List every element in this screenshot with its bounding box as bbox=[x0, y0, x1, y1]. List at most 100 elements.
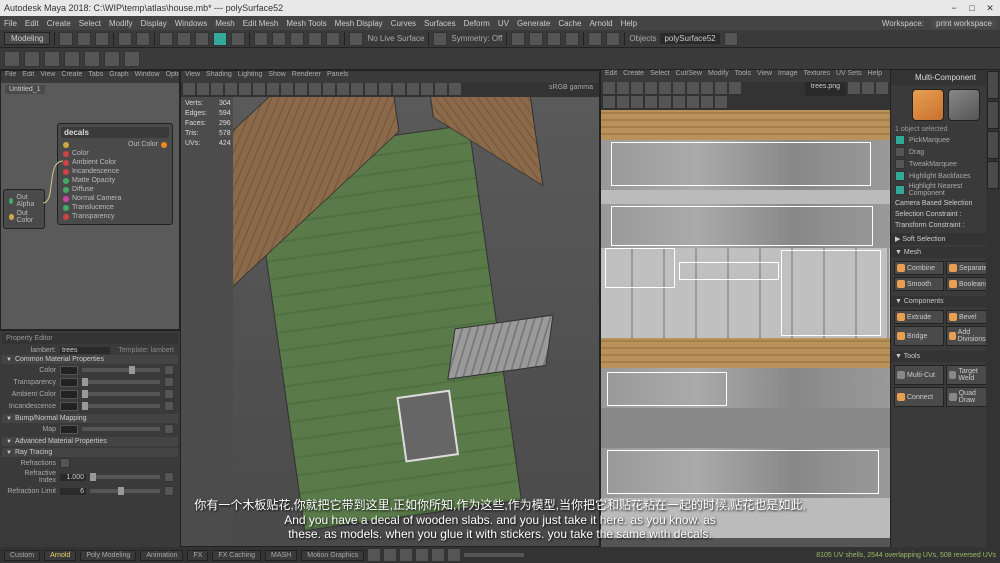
vp-tool-icon[interactable] bbox=[267, 83, 279, 95]
uv-menu-uvsets[interactable]: UV Sets bbox=[836, 70, 862, 82]
snap-live-icon[interactable] bbox=[326, 32, 340, 46]
sel-vertex-icon[interactable] bbox=[159, 32, 173, 46]
vp-menu-view[interactable]: View bbox=[185, 71, 200, 83]
btn-smooth[interactable]: Smooth bbox=[894, 277, 944, 291]
menu-cache[interactable]: Cache bbox=[558, 19, 581, 28]
snap-curve-icon[interactable] bbox=[272, 32, 286, 46]
vp-menu-show[interactable]: Show bbox=[268, 71, 286, 83]
uv-menu-textures[interactable]: Textures bbox=[804, 70, 830, 82]
btn-multicut[interactable]: Multi-Cut bbox=[894, 365, 944, 385]
uv-shell[interactable] bbox=[781, 250, 881, 336]
btn-bridge[interactable]: Bridge bbox=[894, 326, 944, 346]
vp-tool-icon[interactable] bbox=[281, 83, 293, 95]
uv-tool-icon[interactable] bbox=[631, 96, 643, 108]
uv-tool-icon[interactable] bbox=[631, 82, 643, 94]
attribute-editor-tab-icon[interactable] bbox=[987, 131, 999, 159]
uv-menu-help[interactable]: Help bbox=[868, 70, 882, 82]
new-scene-icon[interactable] bbox=[59, 32, 73, 46]
menu-create[interactable]: Create bbox=[47, 19, 71, 28]
snap-plane-icon[interactable] bbox=[308, 32, 322, 46]
prop-sec-adv[interactable]: Advanced Material Properties bbox=[2, 437, 178, 446]
sec-soft[interactable]: ▶ Soft Selection bbox=[891, 233, 1000, 245]
hs-menu-edit[interactable]: Edit bbox=[22, 71, 34, 83]
status-icon[interactable] bbox=[416, 549, 428, 561]
status-icon[interactable] bbox=[384, 549, 396, 561]
shelf-icon[interactable] bbox=[84, 51, 100, 67]
graph-tab[interactable]: Untitled_1 bbox=[5, 85, 45, 94]
menu-display[interactable]: Display bbox=[141, 19, 167, 28]
node-output[interactable]: Out Alpha Out Color bbox=[3, 189, 45, 229]
map-icon[interactable] bbox=[164, 389, 174, 399]
btn-connect[interactable]: Connect bbox=[894, 387, 944, 407]
uv-tool-icon[interactable] bbox=[701, 96, 713, 108]
node-graph-canvas[interactable]: Untitled_1 Out Alpha Out Color decals Ou… bbox=[1, 83, 179, 330]
shelf-icon[interactable] bbox=[24, 51, 40, 67]
status-icon[interactable] bbox=[432, 549, 444, 561]
refr-limit-field[interactable]: 6 bbox=[60, 488, 86, 495]
uv-shell[interactable] bbox=[607, 450, 879, 494]
drag-chk[interactable]: Drag bbox=[891, 146, 1000, 158]
uv-tool-icon[interactable] bbox=[701, 82, 713, 94]
vp-menu-panels[interactable]: Panels bbox=[327, 71, 348, 83]
uv-tool-icon[interactable] bbox=[848, 82, 860, 94]
menu-meshtools[interactable]: Mesh Tools bbox=[286, 19, 326, 28]
vp-menu-lighting[interactable]: Lighting bbox=[238, 71, 263, 83]
vp-tool-icon[interactable] bbox=[239, 83, 251, 95]
color-slider[interactable] bbox=[82, 368, 160, 372]
sec-mesh[interactable]: ▼ Mesh bbox=[891, 247, 1000, 258]
menu-uv[interactable]: UV bbox=[498, 19, 509, 28]
prop-sec-bump[interactable]: Bump/Normal Mapping bbox=[2, 414, 178, 423]
amb-chip[interactable] bbox=[60, 390, 78, 399]
menu-meshdisplay[interactable]: Mesh Display bbox=[335, 19, 383, 28]
vp-tool-icon[interactable] bbox=[365, 83, 377, 95]
uv-tool-icon[interactable] bbox=[729, 82, 741, 94]
uv-tool-icon[interactable] bbox=[617, 82, 629, 94]
uv-tool-icon[interactable] bbox=[659, 96, 671, 108]
menu-deform[interactable]: Deform bbox=[464, 19, 490, 28]
mode-dropdown[interactable]: Modeling bbox=[4, 32, 50, 45]
vp-menu-renderer[interactable]: Renderer bbox=[292, 71, 321, 83]
bump-chip[interactable] bbox=[60, 425, 78, 434]
vp-tool-icon[interactable] bbox=[421, 83, 433, 95]
status-tab[interactable]: Animation bbox=[140, 550, 183, 561]
hs-menu-graph[interactable]: Graph bbox=[109, 71, 128, 83]
ipr-icon[interactable] bbox=[547, 32, 561, 46]
btn-combine[interactable]: Combine bbox=[894, 261, 944, 275]
sel-face-icon[interactable] bbox=[195, 32, 209, 46]
menu-help[interactable]: Help bbox=[621, 19, 637, 28]
menu-windows[interactable]: Windows bbox=[175, 19, 207, 28]
status-tab[interactable]: Motion Graphics bbox=[301, 550, 364, 561]
uv-menu-create[interactable]: Create bbox=[623, 70, 644, 82]
status-tab[interactable]: MASH bbox=[265, 550, 297, 561]
uv-shell[interactable] bbox=[605, 248, 675, 288]
live-surface-icon[interactable] bbox=[349, 32, 363, 46]
map-icon[interactable] bbox=[164, 377, 174, 387]
vp-tool-icon[interactable] bbox=[351, 83, 363, 95]
uv-tool-icon[interactable] bbox=[715, 82, 727, 94]
viewcube-icon[interactable] bbox=[606, 32, 620, 46]
vp-tool-icon[interactable] bbox=[337, 83, 349, 95]
amb-slider[interactable] bbox=[82, 392, 160, 396]
sel-uv-icon[interactable] bbox=[231, 32, 245, 46]
tweak-chk[interactable]: TweakMarquee bbox=[891, 158, 1000, 170]
vp-tool-icon[interactable] bbox=[323, 83, 335, 95]
shelf-icon[interactable] bbox=[44, 51, 60, 67]
viewport-3d[interactable]: View Shading Lighting Show Renderer Pane… bbox=[180, 70, 600, 547]
status-tab[interactable]: Arnold bbox=[44, 550, 76, 561]
uv-menu-view[interactable]: View bbox=[757, 70, 772, 82]
object-mode-icon[interactable] bbox=[912, 89, 944, 121]
hl-backfaces-chk[interactable]: Highlight Backfaces bbox=[891, 170, 1000, 182]
status-tab[interactable]: FX Caching bbox=[212, 550, 261, 561]
uv-shell[interactable] bbox=[679, 262, 779, 280]
save-scene-icon[interactable] bbox=[95, 32, 109, 46]
shelf-icon[interactable] bbox=[124, 51, 140, 67]
menu-file[interactable]: File bbox=[4, 19, 17, 28]
menu-editmesh[interactable]: Edit Mesh bbox=[243, 19, 279, 28]
menu-modify[interactable]: Modify bbox=[109, 19, 133, 28]
shelf-icon[interactable] bbox=[4, 51, 20, 67]
status-icon[interactable] bbox=[368, 549, 380, 561]
vp-tool-icon[interactable] bbox=[211, 83, 223, 95]
map-icon[interactable] bbox=[164, 365, 174, 375]
undo-icon[interactable] bbox=[118, 32, 132, 46]
menu-mesh[interactable]: Mesh bbox=[215, 19, 235, 28]
